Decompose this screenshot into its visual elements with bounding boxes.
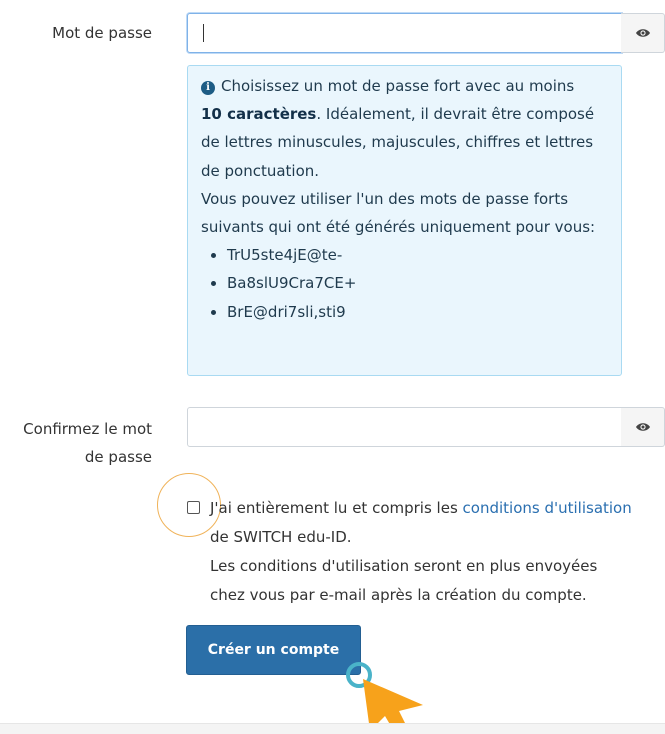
- confirm-label-line2: de passe: [84, 448, 152, 466]
- show-password-button[interactable]: [621, 13, 665, 53]
- terms-text-before: J'ai entièrement lu et compris les: [210, 499, 463, 517]
- hint-line1: Choisissez un mot de passe fort avec au …: [221, 77, 575, 95]
- terms-note-line1: Les conditions d'utilisation seront en p…: [210, 557, 598, 575]
- eye-icon: [635, 423, 650, 431]
- terms-checkbox[interactable]: [187, 501, 200, 514]
- terms-text-after: de SWITCH edu-ID.: [210, 528, 352, 546]
- min-chars-text: 10 caractères: [201, 105, 317, 124]
- create-account-button[interactable]: Créer un compte: [186, 625, 361, 675]
- terms-link[interactable]: conditions d'utilisation: [463, 499, 632, 517]
- footer-divider: [0, 723, 665, 734]
- terms-note-line2: chez vous par e-mail après la création d…: [210, 586, 587, 604]
- eye-icon: [635, 29, 650, 37]
- password-label: Mot de passe: [52, 24, 152, 42]
- password-input[interactable]: [187, 13, 622, 53]
- password-hint-text: i Choisissez un mot de passe fort avec au…: [201, 72, 609, 241]
- hint-line2: Vous pouvez utiliser l'un des mots de pa…: [201, 189, 596, 237]
- confirm-label-line1: Confirmez le mot: [23, 420, 152, 438]
- password-suggestion[interactable]: TrU5ste4jE@te-: [227, 241, 609, 269]
- info-circle-icon: i: [201, 81, 215, 95]
- confirm-password-label: Confirmez le mot de passe: [0, 415, 152, 471]
- confirm-password-input[interactable]: [187, 407, 622, 447]
- password-hint-box: i Choisissez un mot de passe fort avec au…: [187, 65, 622, 376]
- password-suggestions: TrU5ste4jE@te- Ba8slU9Cra7CE+ BrE@dri7sl…: [201, 241, 609, 326]
- show-confirm-password-button[interactable]: [621, 407, 665, 447]
- terms-text: J'ai entièrement lu et compris les condi…: [210, 494, 665, 610]
- text-cursor: [203, 24, 204, 42]
- password-suggestion[interactable]: BrE@dri7sli,sti9: [227, 298, 609, 326]
- password-suggestion[interactable]: Ba8slU9Cra7CE+: [227, 269, 609, 297]
